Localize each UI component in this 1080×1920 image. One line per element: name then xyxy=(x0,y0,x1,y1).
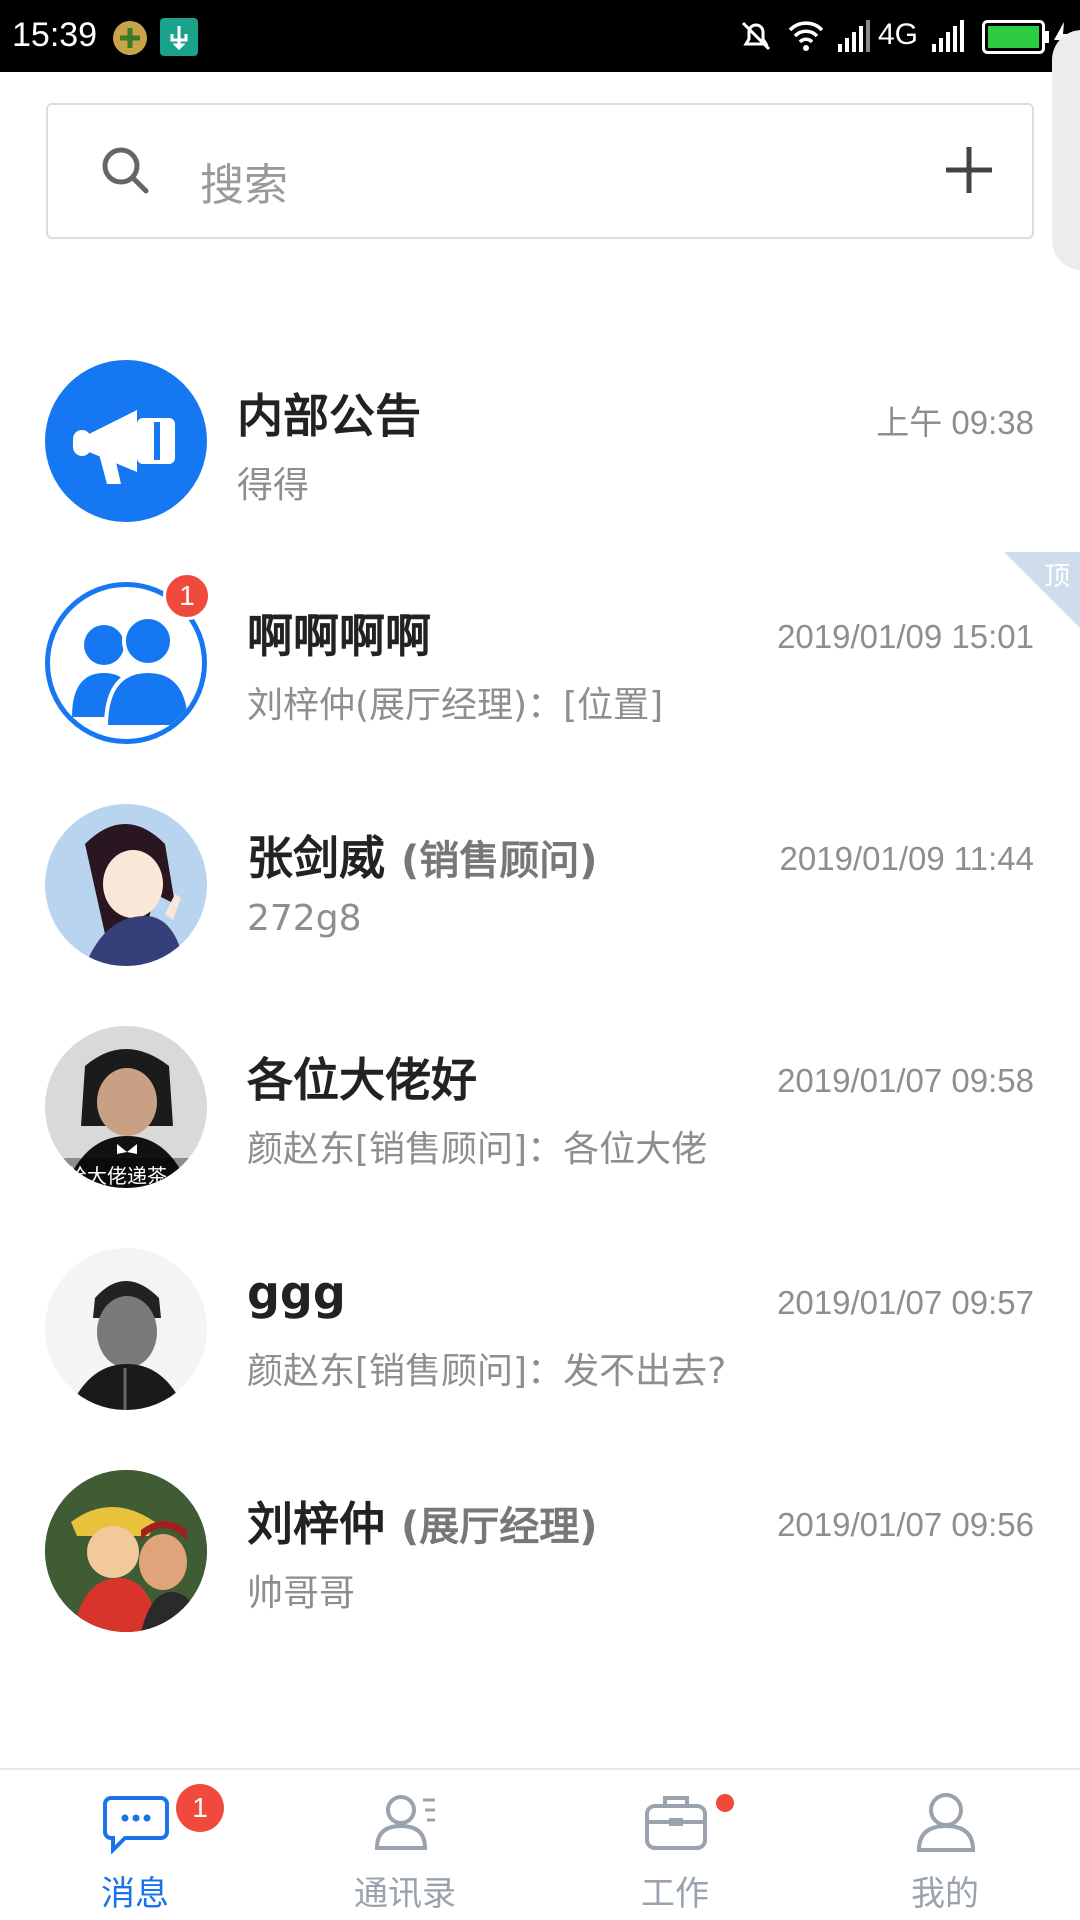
contacts-icon xyxy=(374,1795,435,1850)
conversation-row-group-bosses[interactable]: 给大佬递茶 各位大佬好 2019/01/07 09:58 颜赵东[销售顾问]：各… xyxy=(0,996,1080,1218)
contact-role: (销售顾问) xyxy=(401,838,598,884)
conversation-preview: 帅哥哥 xyxy=(247,1573,356,1614)
anime-girl-avatar xyxy=(45,804,207,966)
contact-name: 刘梓仲 xyxy=(247,1497,385,1551)
megaphone-avatar xyxy=(45,360,207,522)
signal-icon-2 xyxy=(932,20,964,52)
conversation-row-zhangjianwei[interactable]: 张剑威 (销售顾问) 2019/01/09 11:44 272g8 xyxy=(0,774,1080,996)
unread-badge: 1 xyxy=(163,572,211,620)
nav-label: 我的 xyxy=(911,1874,979,1914)
portrait-avatar xyxy=(45,1248,207,1410)
tuxedo-man-avatar: 给大佬递茶 xyxy=(45,1026,207,1188)
bottom-nav: 1 消息 通讯录 工作 我的 xyxy=(0,1768,1080,1920)
conversation-preview: 得得 xyxy=(237,465,310,506)
signal-icon xyxy=(838,20,870,52)
briefcase-icon xyxy=(645,1796,707,1850)
network-type: 4G xyxy=(878,18,919,51)
conversation-title: ggg xyxy=(247,1266,346,1320)
conversation-title: 刘梓仲 (展厅经理) xyxy=(247,1488,598,1554)
conversation-row-announcement[interactable]: 内部公告 上午 09:38 得得 xyxy=(0,330,1080,552)
contact-name: 张剑威 xyxy=(247,831,385,885)
nav-tab-work[interactable]: 工作 xyxy=(540,1770,810,1920)
wifi-icon xyxy=(788,21,824,51)
conversation-time: 2019/01/09 11:44 xyxy=(779,840,1034,877)
mute-bell-icon xyxy=(741,21,771,51)
nav-tab-contacts[interactable]: 通讯录 xyxy=(270,1770,540,1920)
search-icon xyxy=(102,147,149,194)
conversation-time: 2019/01/07 09:56 xyxy=(777,1506,1034,1543)
conversation-time: 2019/01/07 09:57 xyxy=(777,1284,1034,1321)
nav-label: 通讯录 xyxy=(354,1874,456,1914)
side-pull-edge[interactable] xyxy=(1052,30,1080,270)
conversation-preview: 颜赵东[销售顾问]：各位大佬 xyxy=(247,1129,708,1170)
cartoon-avatar xyxy=(45,1470,207,1632)
conversation-title: 内部公告 xyxy=(237,389,421,443)
conversation-preview: 颜赵东[销售顾问]：发不出去? xyxy=(247,1351,727,1392)
battery-icon xyxy=(982,20,1049,54)
profile-icon xyxy=(916,1793,976,1852)
nav-label: 工作 xyxy=(641,1874,709,1914)
conversation-title: 张剑威 (销售顾问) xyxy=(247,822,598,888)
nav-unread-badge: 1 xyxy=(176,1784,224,1832)
status-bar: 15:39 4G xyxy=(0,0,1080,72)
search-placeholder: 搜索 xyxy=(200,160,288,211)
add-icon[interactable] xyxy=(940,141,998,199)
conversation-title: 啊啊啊啊 xyxy=(247,609,431,663)
nav-label: 消息 xyxy=(101,1874,169,1914)
conversation-time: 2019/01/09 15:01 xyxy=(777,618,1034,655)
usb-icon xyxy=(160,18,198,56)
search-bar[interactable]: 搜索 xyxy=(46,103,1034,239)
conversation-row-liuzizhong[interactable]: 刘梓仲 (展厅经理) 2019/01/07 09:56 帅哥哥 xyxy=(0,1440,1080,1662)
conversation-row-group[interactable]: 1 啊啊啊啊 2019/01/09 15:01 刘梓仲(展厅经理)：[位置] xyxy=(0,552,1080,774)
conversation-preview: 刘梓仲(展厅经理)：[位置] xyxy=(247,685,664,726)
app-notification-icon xyxy=(113,21,147,55)
nav-tab-messages[interactable]: 1 消息 xyxy=(0,1770,270,1920)
conversation-row-ggg[interactable]: ggg 2019/01/07 09:57 颜赵东[销售顾问]：发不出去? xyxy=(0,1218,1080,1440)
status-time: 15:39 xyxy=(12,16,98,54)
conversation-time: 上午 09:38 xyxy=(876,404,1034,441)
conversation-preview: 272g8 xyxy=(247,898,362,939)
nav-new-dot xyxy=(716,1794,734,1812)
conversation-title: 各位大佬好 xyxy=(247,1053,477,1107)
chat-icon xyxy=(103,1796,169,1854)
nav-tab-me[interactable]: 我的 xyxy=(810,1770,1080,1920)
conversation-time: 2019/01/07 09:58 xyxy=(777,1062,1034,1099)
avatar-caption: 给大佬递茶 xyxy=(67,1164,167,1188)
contact-role: (展厅经理) xyxy=(401,1504,598,1550)
